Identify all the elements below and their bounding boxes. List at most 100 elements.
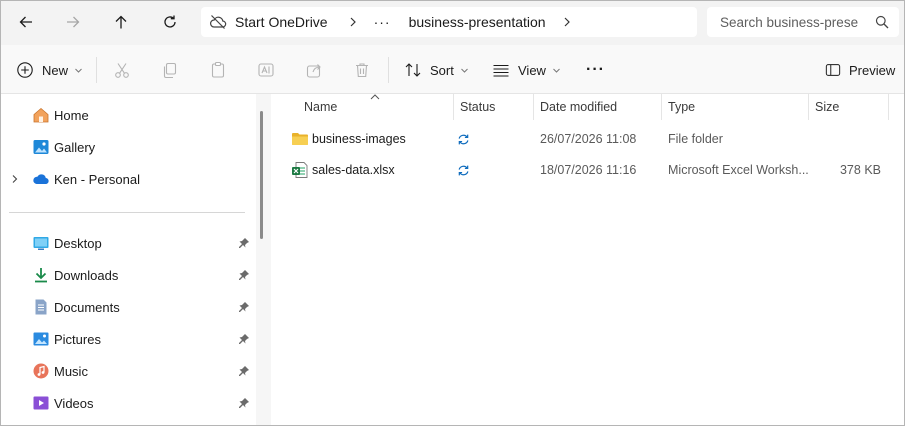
file-date-modified: 26/07/2026 11:08 (540, 132, 637, 146)
column-header-name[interactable]: Name (304, 94, 337, 120)
sidebar-item-label: Desktop (54, 235, 102, 251)
file-date-modified: 18/07/2026 11:16 (540, 163, 637, 177)
clipboard-icon (211, 61, 225, 78)
forward-arrow-icon (67, 16, 80, 28)
file-row-sales-data[interactable]: sales-data.xlsx 18/07/2026 11:16 Microso… (285, 157, 885, 183)
breadcrumb-more-button[interactable]: ··· (374, 14, 391, 30)
file-row-business-images[interactable]: business-images 26/07/2026 11:08 File fo… (285, 126, 885, 152)
sort-arrows-icon (405, 63, 421, 77)
sort-ascending-caret-icon (370, 94, 380, 100)
view-label: View (518, 62, 546, 78)
trash-icon (356, 63, 368, 78)
chevron-right-icon[interactable] (346, 15, 360, 29)
rename-button[interactable] (257, 57, 275, 83)
pin-icon[interactable] (238, 237, 250, 249)
chevron-right-icon[interactable] (10, 174, 20, 184)
navigation-pane: Home Gallery Ken - Personal Desktop Down… (1, 94, 256, 425)
sync-icon (458, 165, 469, 175)
file-size: 378 KB (839, 163, 881, 177)
address-bar[interactable]: Start OneDrive ··· business-presentation (201, 7, 697, 37)
file-explorer-window: Start OneDrive ··· business-presentation… (0, 0, 905, 426)
sidebar-item-label: Downloads (54, 267, 119, 283)
search-input[interactable]: Search business-prese (720, 15, 866, 30)
videos-icon (33, 396, 49, 410)
preview-button[interactable]: Preview (825, 57, 895, 83)
sidebar-item-label: Gallery (54, 139, 96, 155)
file-name: sales-data.xlsx (312, 163, 395, 177)
paste-button[interactable] (209, 57, 227, 83)
breadcrumb-business-presentation[interactable]: business-presentation (409, 14, 546, 30)
cut-button[interactable] (113, 57, 131, 83)
up-arrow-icon (115, 15, 127, 29)
status-cell (457, 157, 470, 183)
new-button[interactable]: New (16, 57, 83, 83)
address-row: Start OneDrive ··· business-presentation… (1, 1, 904, 45)
sidebar-item-label: Documents (54, 299, 120, 315)
new-label: New (42, 62, 69, 78)
forward-button[interactable] (57, 7, 89, 37)
file-type: File folder (668, 132, 723, 146)
preview-label: Preview (849, 62, 896, 78)
refresh-button[interactable] (154, 7, 186, 37)
column-divider[interactable] (661, 94, 662, 120)
pin-icon[interactable] (238, 397, 250, 409)
breadcrumb-start-onedrive[interactable]: Start OneDrive (235, 14, 328, 30)
sidebar-divider (9, 212, 245, 213)
gallery-icon (33, 140, 49, 154)
sidebar-item-pictures[interactable]: Pictures (1, 325, 256, 353)
column-header-status[interactable]: Status (460, 94, 495, 120)
search-box[interactable]: Search business-prese (707, 7, 899, 37)
sidebar-item-desktop[interactable]: Desktop (1, 229, 256, 257)
sidebar-item-music[interactable]: Music (1, 357, 256, 385)
scissors-icon (115, 63, 129, 78)
column-header-type[interactable]: Type (668, 94, 695, 120)
copy-button[interactable] (161, 57, 179, 83)
sidebar-item-ken-personal[interactable]: Ken - Personal (1, 165, 256, 193)
sidebar-item-downloads[interactable]: Downloads (1, 261, 256, 289)
column-header-size[interactable]: Size (815, 94, 839, 120)
sidebar-item-label: Home (54, 107, 89, 123)
sort-label: Sort (430, 62, 454, 78)
file-name: business-images (312, 132, 406, 146)
back-arrow-icon (19, 16, 32, 28)
pin-icon[interactable] (238, 301, 250, 313)
up-button[interactable] (105, 7, 137, 37)
pin-icon[interactable] (238, 365, 250, 377)
sidebar-item-gallery[interactable]: Gallery (1, 133, 256, 161)
sidebar-item-videos[interactable]: Videos (1, 389, 256, 417)
chevron-down-icon (75, 68, 82, 73)
back-button[interactable] (10, 7, 42, 37)
view-lines-icon (493, 64, 509, 77)
share-button[interactable] (305, 57, 323, 83)
sidebar-item-label: Pictures (54, 331, 101, 347)
pin-icon[interactable] (238, 269, 250, 281)
column-divider[interactable] (533, 94, 534, 120)
file-list-pane: Name Status Date modified Type Size busi… (271, 94, 904, 425)
sort-button[interactable]: Sort (404, 57, 469, 83)
pin-icon[interactable] (238, 333, 250, 345)
file-type: Microsoft Excel Worksh... (668, 163, 808, 177)
column-divider[interactable] (453, 94, 454, 120)
preview-pane-icon (825, 64, 841, 76)
command-bar: New Sort View ··· Preview (1, 45, 904, 94)
delete-button[interactable] (353, 57, 371, 83)
pane-splitter[interactable] (256, 94, 271, 425)
music-icon (33, 363, 49, 379)
rename-icon (258, 63, 274, 77)
column-divider[interactable] (888, 94, 889, 120)
sidebar-item-documents[interactable]: Documents (1, 293, 256, 321)
view-button[interactable]: View (492, 57, 561, 83)
more-options-button[interactable]: ··· (586, 57, 605, 83)
column-header-date-modified[interactable]: Date modified (540, 94, 617, 120)
sidebar-scrollbar[interactable] (260, 111, 263, 239)
cloud-offline-icon (210, 15, 227, 29)
column-divider[interactable] (808, 94, 809, 120)
plus-circle-icon (17, 62, 33, 78)
toolbar-divider (388, 57, 389, 83)
toolbar-divider (96, 57, 97, 83)
sidebar-item-label: Ken - Personal (54, 171, 140, 187)
pictures-icon (33, 332, 49, 346)
sidebar-item-home[interactable]: Home (1, 101, 256, 129)
search-icon (875, 15, 889, 29)
chevron-right-icon[interactable] (560, 15, 574, 29)
